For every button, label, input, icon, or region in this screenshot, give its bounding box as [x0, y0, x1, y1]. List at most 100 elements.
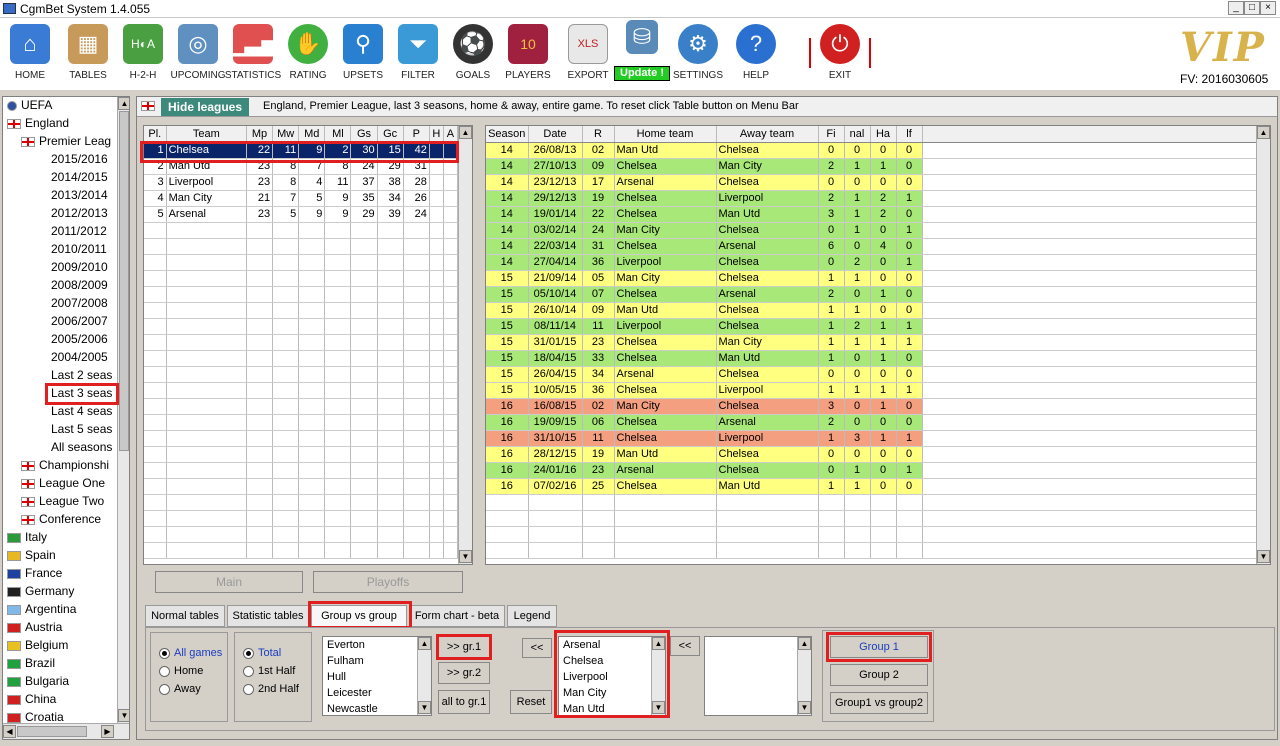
tree-item-season[interactable]: Last 5 seas [51, 421, 112, 438]
table-row[interactable]: 15 21/09/14 05 Man City Chelsea 1 1 0 0 [486, 270, 1257, 287]
table-row[interactable]: 16 24/01/16 23 Arsenal Chelsea 0 1 0 1 [486, 462, 1257, 479]
table-row[interactable] [144, 398, 459, 415]
tree-item-season[interactable]: 2008/2009 [51, 277, 108, 294]
group2-teams-list[interactable]: ▲ ▼ [704, 636, 812, 716]
matches-header[interactable]: Date [528, 126, 583, 143]
list-item[interactable]: Newcastle [323, 701, 431, 715]
tree-item-season[interactable]: Last 4 seas [51, 403, 112, 420]
tree-item-season[interactable]: 2010/2011 [51, 241, 107, 258]
scroll-thumb[interactable] [17, 726, 87, 737]
table-row[interactable]: 15 26/10/14 09 Man Utd Chelsea 1 1 0 0 [486, 302, 1257, 319]
toolbar-statistics-button[interactable]: ▁▃▅ STATISTICS [223, 24, 283, 86]
tree-item-season[interactable]: 2014/2015 [51, 169, 108, 186]
tree-item-season[interactable]: 2013/2014 [51, 187, 108, 204]
toolbar-export-button[interactable]: XLS EXPORT [558, 24, 618, 86]
table-row[interactable] [144, 494, 459, 511]
table-row[interactable]: 16 07/02/16 25 Chelsea Man Utd 1 1 0 0 [486, 478, 1257, 495]
standings-header[interactable]: Mw [272, 126, 300, 143]
table-row[interactable] [144, 414, 459, 431]
group1-button[interactable]: Group 1 [830, 636, 928, 658]
toolbar-upsets-button[interactable]: ⚲ UPSETS [333, 24, 393, 86]
remove-from-group2-button[interactable]: << [670, 636, 700, 656]
table-row[interactable] [144, 238, 459, 255]
standings-header[interactable]: Mp [246, 126, 274, 143]
tree-item-season[interactable]: All seasons [51, 439, 112, 456]
toolbar-exit-button[interactable]: ⏻ EXIT [810, 24, 870, 86]
list-item[interactable]: Arsenal [559, 637, 665, 653]
table-row[interactable] [144, 366, 459, 383]
table-row[interactable] [486, 494, 1257, 511]
tree-item-season[interactable]: 2011/2012 [51, 223, 107, 240]
standings-header[interactable]: Gc [377, 126, 404, 143]
standings-header[interactable]: Team [166, 126, 247, 143]
table-row[interactable] [486, 510, 1257, 527]
list-item[interactable]: Hull [323, 669, 431, 685]
toolbar-settings-button[interactable]: ⚙ SETTINGS [668, 24, 728, 86]
tree-vertical-scrollbar[interactable]: ▲ ▼ [117, 97, 129, 723]
table-row[interactable]: 14 22/03/14 31 Chelsea Arsenal 6 0 4 0 [486, 238, 1257, 255]
matches-scrollbar[interactable]: ▲ ▼ [1256, 126, 1270, 564]
table-row[interactable]: 3 Liverpool 23 8 4 11 37 38 28 [144, 174, 459, 191]
scroll-down-icon[interactable]: ▼ [418, 701, 431, 714]
matches-header[interactable]: nal [844, 126, 871, 143]
matches-header[interactable]: lf [896, 126, 923, 143]
scroll-up-icon[interactable]: ▲ [1257, 126, 1270, 139]
scroll-up-icon[interactable]: ▲ [798, 637, 811, 650]
radio-1st-half[interactable]: 1st Half [243, 663, 295, 679]
tree-item-country[interactable]: Austria [7, 619, 62, 636]
minimize-button[interactable]: _ [1228, 1, 1244, 15]
list-item[interactable]: Fulham [323, 653, 431, 669]
tree-item-season[interactable]: 2005/2006 [51, 331, 108, 348]
group2-button[interactable]: Group 2 [830, 664, 928, 686]
reset-button[interactable]: Reset [510, 690, 552, 714]
scroll-down-icon[interactable]: ▼ [1257, 550, 1270, 563]
scroll-up-icon[interactable]: ▲ [418, 637, 431, 650]
add-to-group2-button[interactable]: >> gr.2 [438, 662, 490, 684]
matches-header[interactable]: R [582, 126, 615, 143]
table-row[interactable]: 16 28/12/15 19 Man Utd Chelsea 0 0 0 0 [486, 446, 1257, 463]
list-item[interactable]: Chelsea [559, 653, 665, 669]
radio-total[interactable]: Total [243, 645, 281, 661]
toolbar-filter-button[interactable]: ⏷ FILTER [388, 24, 448, 86]
tree-item-uefa[interactable]: UEFA [7, 97, 52, 114]
matches-header[interactable]: Ha [870, 126, 897, 143]
toolbar-tables-button[interactable]: ▦ TABLES [58, 24, 118, 86]
maximize-button[interactable]: □ [1244, 1, 1260, 15]
tab-normal-tables[interactable]: Normal tables [145, 605, 225, 627]
table-row[interactable]: 16 19/09/15 06 Chelsea Arsenal 2 0 0 0 [486, 414, 1257, 431]
standings-header[interactable]: H [429, 126, 444, 143]
tree-item-england[interactable]: England [7, 115, 69, 132]
tab-legend[interactable]: Legend [507, 605, 557, 627]
table-row[interactable]: 5 Arsenal 23 5 9 9 29 39 24 [144, 206, 459, 223]
table-row[interactable] [144, 526, 459, 543]
tree-item-country[interactable]: Croatia [7, 709, 64, 726]
table-row[interactable]: 15 05/10/14 07 Chelsea Arsenal 2 0 1 0 [486, 286, 1257, 303]
standings-header[interactable]: P [403, 126, 430, 143]
table-row[interactable] [144, 318, 459, 335]
scroll-down-icon[interactable]: ▼ [118, 709, 129, 722]
group1-vs-group2-button[interactable]: Group1 vs group2 [830, 692, 928, 714]
toolbar-home-button[interactable]: ⌂ HOME [0, 24, 60, 86]
tree-item-season[interactable]: 2009/2010 [51, 259, 108, 276]
table-row[interactable] [144, 446, 459, 463]
table-row[interactable]: 15 26/04/15 34 Arsenal Chelsea 0 0 0 0 [486, 366, 1257, 383]
table-row[interactable]: 15 10/05/15 36 Chelsea Liverpool 1 1 1 1 [486, 382, 1257, 399]
table-row[interactable]: 14 29/12/13 19 Chelsea Liverpool 2 1 2 1 [486, 190, 1257, 207]
table-row[interactable] [144, 350, 459, 367]
table-row[interactable]: 15 18/04/15 33 Chelsea Man Utd 1 0 1 0 [486, 350, 1257, 367]
radio-all-games[interactable]: All games [159, 645, 222, 661]
list-scrollbar[interactable]: ▲ ▼ [651, 637, 665, 715]
scroll-up-icon[interactable]: ▲ [118, 97, 129, 110]
scroll-down-icon[interactable]: ▼ [798, 701, 811, 714]
add-to-group1-button[interactable]: >> gr.1 [438, 636, 490, 658]
tree-item-league[interactable]: Championshi [21, 457, 109, 474]
tree-item-country[interactable]: Brazil [7, 655, 55, 672]
table-row[interactable]: 1 Chelsea 22 11 9 2 30 15 42 [144, 142, 459, 159]
standings-header[interactable]: A [443, 126, 459, 143]
table-row[interactable] [144, 542, 459, 559]
table-row[interactable] [144, 302, 459, 319]
scroll-left-icon[interactable]: ◀ [3, 725, 16, 738]
tree-item-country[interactable]: Argentina [7, 601, 76, 618]
tab-form-chart[interactable]: Form chart - beta [409, 605, 505, 627]
list-item[interactable]: Liverpool [559, 669, 665, 685]
